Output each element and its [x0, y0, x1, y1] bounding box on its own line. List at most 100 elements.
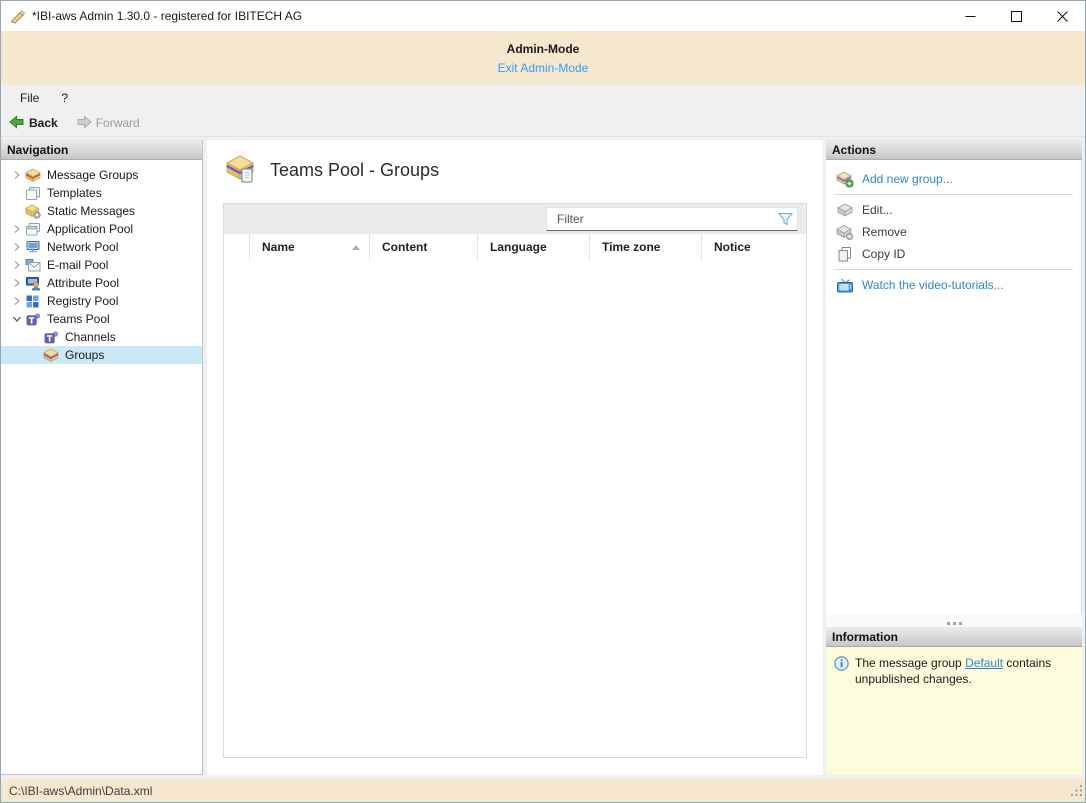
exit-admin-mode-link[interactable]: Exit Admin-Mode [498, 61, 589, 75]
nav-item-label: Channels [65, 330, 116, 344]
templates-icon [25, 186, 42, 201]
app-window: *IBI-aws Admin 1.30.0 - registered for I… [0, 0, 1086, 803]
filter-input[interactable] [547, 208, 773, 230]
information-header: Information [826, 627, 1082, 647]
filter-field [546, 207, 798, 231]
filter-row [224, 204, 806, 234]
right-panel: Actions Add new group... [826, 140, 1082, 775]
nav-item-email-pool[interactable]: E-mail Pool [1, 256, 202, 274]
info-message: The message group Default contains unpub… [855, 656, 1072, 687]
nav-item-channels[interactable]: Channels [1, 328, 202, 346]
nav-item-message-groups[interactable]: Message Groups [1, 166, 202, 184]
channels-icon [43, 330, 60, 345]
application-pool-icon [25, 222, 42, 237]
email-pool-icon [25, 258, 42, 273]
teams-pool-icon [25, 312, 42, 327]
forward-button[interactable]: Forward [72, 112, 144, 135]
remove-button[interactable]: Remove [826, 221, 1081, 243]
chevron-right-icon[interactable] [9, 296, 25, 306]
nav-item-label: Application Pool [47, 222, 133, 236]
nav-item-label: Attribute Pool [47, 276, 119, 290]
menu-help[interactable]: ? [52, 88, 77, 108]
maximize-button[interactable] [993, 1, 1039, 31]
attribute-pool-icon [25, 276, 42, 291]
window-title: *IBI-aws Admin 1.30.0 - registered for I… [32, 9, 302, 23]
remove-icon [836, 224, 854, 241]
action-label: Edit... [862, 203, 893, 217]
toolbar: Back Forward [1, 110, 1085, 137]
nav-item-application-pool[interactable]: Application Pool [1, 220, 202, 238]
default-group-link[interactable]: Default [965, 656, 1003, 670]
forward-arrow-icon [76, 114, 92, 133]
nav-item-attribute-pool[interactable]: Attribute Pool [1, 274, 202, 292]
nav-item-groups[interactable]: Groups [1, 346, 202, 364]
filter-funnel-icon[interactable] [773, 212, 797, 226]
network-pool-icon [25, 240, 42, 255]
action-label: Watch the video-tutorials... [862, 278, 1004, 292]
nav-item-static-messages[interactable]: Static Messages [1, 202, 202, 220]
table-header: Name Content Language Time zone Notice [224, 234, 806, 260]
information-panel: The message group Default contains unpub… [826, 647, 1082, 775]
resize-grip[interactable] [1070, 784, 1083, 800]
panel-splitter-handle[interactable] [826, 614, 1082, 627]
sort-ascending-icon [352, 245, 360, 250]
content-panel: Teams Pool - Groups [207, 140, 823, 775]
nav-item-network-pool[interactable]: Network Pool [1, 238, 202, 256]
chevron-right-icon[interactable] [9, 170, 25, 180]
column-label: Content [382, 240, 427, 254]
navigation-panel: Navigation Message Groups [1, 140, 203, 775]
chevron-down-icon[interactable] [9, 314, 25, 324]
nav-item-label: Templates [47, 186, 102, 200]
table-body-empty [224, 260, 806, 757]
chevron-right-icon[interactable] [9, 278, 25, 288]
nav-item-label: Static Messages [47, 204, 135, 218]
info-text-before: The message group [855, 656, 965, 670]
action-label: Add new group... [862, 172, 953, 186]
main-area: Navigation Message Groups [1, 137, 1085, 779]
chevron-right-icon[interactable] [9, 260, 25, 270]
teams-groups-title-icon [225, 154, 257, 187]
column-label: Name [262, 240, 295, 254]
close-button[interactable] [1039, 1, 1085, 31]
menu-file[interactable]: File [11, 88, 48, 108]
add-group-icon [836, 171, 854, 188]
edit-icon [836, 202, 854, 219]
column-header-name[interactable]: Name [250, 234, 370, 260]
column-header-timezone[interactable]: Time zone [590, 234, 702, 260]
registry-pool-icon [25, 294, 42, 309]
actions-body: Add new group... Edit... [826, 160, 1082, 614]
add-new-group-button[interactable]: Add new group... [826, 168, 1081, 190]
column-label: Time zone [602, 240, 660, 254]
navigation-tree: Message Groups Templates [1, 160, 202, 774]
app-icon [9, 8, 26, 25]
nav-item-label: Network Pool [47, 240, 118, 254]
nav-item-teams-pool[interactable]: Teams Pool [1, 310, 202, 328]
nav-item-registry-pool[interactable]: Registry Pool [1, 292, 202, 310]
action-label: Copy ID [862, 247, 905, 261]
title-bar: *IBI-aws Admin 1.30.0 - registered for I… [1, 1, 1085, 31]
menu-bar: File ? [1, 85, 1085, 110]
back-arrow-icon [9, 114, 25, 133]
watch-tutorials-link[interactable]: Watch the video-tutorials... [826, 274, 1081, 296]
chevron-right-icon[interactable] [9, 242, 25, 252]
back-label: Back [29, 116, 58, 130]
edit-button[interactable]: Edit... [826, 199, 1081, 221]
column-header-notice[interactable]: Notice [702, 234, 806, 260]
chevron-right-icon[interactable] [9, 224, 25, 234]
statusbar-path: C:\IBI-aws\Admin\Data.xml [9, 784, 152, 798]
navigation-header: Navigation [1, 140, 202, 160]
admin-mode-title: Admin-Mode [507, 42, 580, 56]
column-header-content[interactable]: Content [370, 234, 478, 260]
column-label: Notice [714, 240, 751, 254]
column-header-language[interactable]: Language [478, 234, 590, 260]
nav-item-templates[interactable]: Templates [1, 184, 202, 202]
copy-icon [836, 246, 854, 263]
nav-item-label: Teams Pool [47, 312, 110, 326]
back-button[interactable]: Back [5, 112, 62, 135]
actions-header: Actions [826, 140, 1082, 160]
actions-separator [834, 269, 1073, 270]
copy-id-button[interactable]: Copy ID [826, 243, 1081, 265]
nav-item-label: Message Groups [47, 168, 138, 182]
groups-icon [43, 348, 60, 363]
minimize-button[interactable] [947, 1, 993, 31]
